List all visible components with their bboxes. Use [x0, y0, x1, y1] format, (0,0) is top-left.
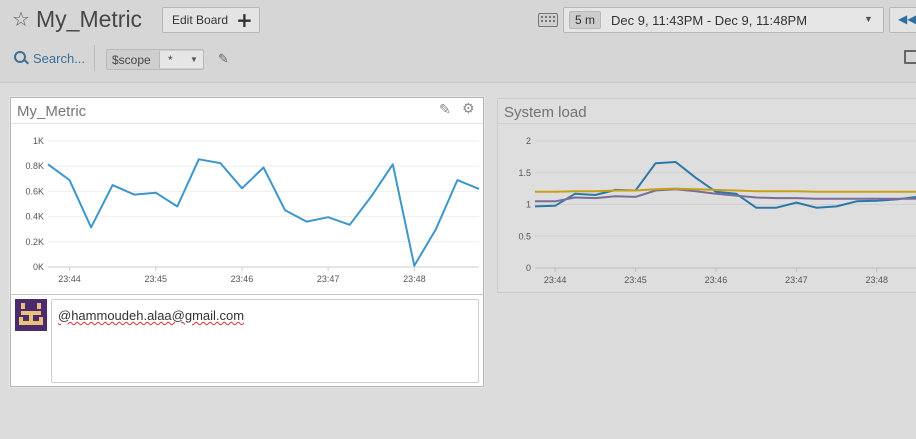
y-tick-label: 0.6K — [25, 186, 44, 196]
time-range-text: Dec 9, 11:43PM - Dec 9, 11:48PM — [611, 13, 808, 28]
my-metric-chart: 0K 0.2K 0.4K 0.6K 0.8K 1K 23:44 23:45 23:46 23:47… — [25, 136, 480, 284]
y-tick-label: 0.5 — [518, 231, 531, 241]
series-line — [47, 158, 480, 267]
monitor-icon[interactable] — [904, 50, 916, 64]
widget-divider — [11, 294, 483, 295]
x-tick-label: 23:44 — [58, 274, 81, 284]
chevron-down-icon: ▼ — [190, 55, 198, 64]
rewind-icon: ◀◀ — [898, 12, 916, 26]
avatar — [15, 299, 47, 331]
edit-board-button[interactable]: Edit Board + — [162, 7, 260, 33]
y-tick-label: 0K — [33, 262, 44, 272]
y-tick-label: 2 — [526, 136, 531, 146]
edit-board-label: Edit Board — [172, 13, 229, 27]
template-variable-select[interactable]: * ▼ — [159, 51, 203, 68]
star-icon[interactable]: ☆ — [12, 7, 30, 31]
comment-box[interactable]: @hammoudeh.alaa@gmail.com — [51, 299, 479, 383]
series-line — [534, 161, 916, 209]
x-tick-label: 23:46 — [231, 274, 254, 284]
x-tick-label: 23:48 — [403, 274, 426, 284]
system-load-chart: 0 0.5 1 1.5 2 23:44 23:45 23:46 23:47 23:48 — [518, 136, 916, 285]
x-tick-label: 23:48 — [866, 275, 889, 285]
search-placeholder: Search... — [33, 51, 86, 66]
widget-title: My_Metric — [17, 103, 87, 120]
widget-header: My_Metric ✎ ⚙ — [11, 98, 483, 124]
widget-system-load: System load 0 0.5 1 1.5 2 23:44 23:45 23:46 23:4… — [497, 98, 916, 293]
template-variable-value: * — [168, 53, 173, 67]
template-variable-scope[interactable]: $scope * ▼ — [106, 49, 204, 70]
pencil-icon[interactable]: ✎ — [439, 102, 451, 118]
y-tick-label: 0 — [526, 263, 531, 273]
comment-mention: @hammoudeh.alaa@gmail.com — [58, 308, 245, 323]
x-tick-label: 23:47 — [785, 275, 808, 285]
time-duration-badge: 5 m — [569, 11, 602, 29]
pencil-icon[interactable]: ✎ — [218, 52, 229, 67]
template-variable-name: $scope — [112, 53, 151, 67]
keyboard-icon[interactable] — [538, 13, 558, 27]
time-range-selector[interactable]: 5 m Dec 9, 11:43PM - Dec 9, 11:48PM ▼ — [563, 7, 884, 33]
toolbar-divider — [94, 45, 95, 71]
y-tick-label: 0.8K — [25, 161, 44, 171]
series-line — [535, 187, 916, 193]
y-tick-label: 1K — [33, 136, 44, 146]
gear-icon[interactable]: ⚙ — [462, 101, 475, 117]
widget-header: System load — [498, 99, 916, 124]
x-tick-label: 23:47 — [317, 274, 340, 284]
search-icon — [14, 51, 26, 63]
plus-icon: + — [236, 8, 253, 32]
page-title: My_Metric — [36, 6, 143, 32]
y-tick-label: 0.2K — [25, 237, 44, 247]
widget-my-metric: My_Metric ✎ ⚙ 0K 0.2K 0.4K 0.6K 0.8K 1K 23:44 2… — [10, 97, 484, 387]
y-tick-label: 1.5 — [518, 168, 531, 178]
x-tick-label: 23:44 — [544, 275, 567, 285]
x-tick-label: 23:45 — [144, 274, 167, 284]
y-tick-label: 1 — [526, 200, 531, 210]
y-tick-label: 0.4K — [25, 212, 44, 222]
widget-title: System load — [504, 104, 587, 121]
x-tick-label: 23:46 — [705, 275, 728, 285]
rewind-button[interactable]: ◀◀ — [889, 7, 916, 33]
x-tick-label: 23:45 — [624, 275, 647, 285]
chevron-down-icon: ▼ — [864, 14, 873, 24]
comment-text: @hammoudeh.alaa@gmail.com — [58, 308, 244, 323]
